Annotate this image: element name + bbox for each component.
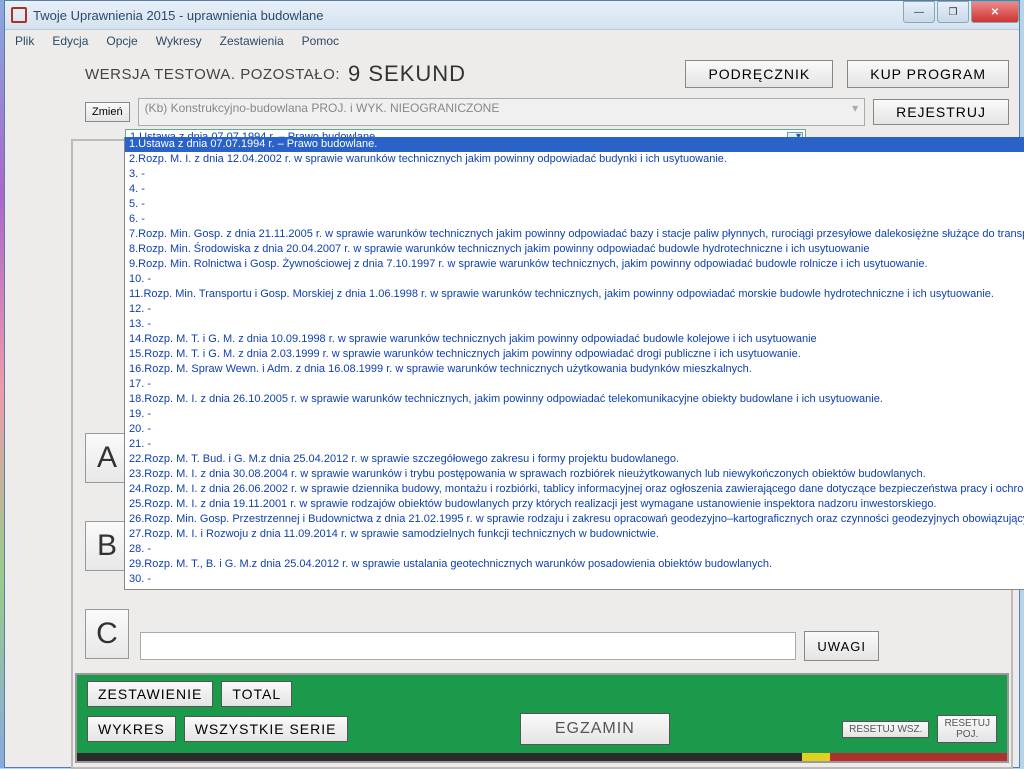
app-window: Twoje Uprawnienia 2015 - uprawnienia bud… xyxy=(4,0,1020,768)
answer-c-button[interactable]: C xyxy=(85,609,129,659)
menu-plik[interactable]: Plik xyxy=(15,34,34,48)
law-option[interactable]: 18.Rozp. M. I. z dnia 26.10.2005 r. w sp… xyxy=(125,392,1024,407)
law-option[interactable]: 27.Rozp. M. I. i Rozwoju z dnia 11.09.20… xyxy=(125,527,1024,542)
notes-button[interactable]: UWAGI xyxy=(804,631,879,661)
menu-pomoc[interactable]: Pomoc xyxy=(302,34,339,48)
exam-button[interactable]: EGZAMIN xyxy=(520,713,670,745)
answer-a-button[interactable]: A xyxy=(85,433,129,483)
law-option[interactable]: 23.Rozp. M. I. z dnia 30.08.2004 r. w sp… xyxy=(125,467,1024,482)
law-option[interactable]: 9.Rozp. Min. Rolnictwa i Gosp. Żywnościo… xyxy=(125,257,1024,272)
law-option[interactable]: 16.Rozp. M. Spraw Wewn. i Adm. z dnia 16… xyxy=(125,362,1024,377)
bottom-panel: ZESTAWIENIE TOTAL WYKRES WSZYSTKIE SERIE… xyxy=(75,673,1009,763)
manual-button[interactable]: PODRĘCZNIK xyxy=(685,60,833,88)
law-option[interactable]: 17. - xyxy=(125,377,1024,392)
law-option[interactable]: 7.Rozp. Min. Gosp. z dnia 21.11.2005 r. … xyxy=(125,227,1024,242)
law-option[interactable]: 30. - xyxy=(125,572,1024,587)
law-option[interactable]: 29.Rozp. M. T., B. i G. M.z dnia 25.04.2… xyxy=(125,557,1024,572)
menu-zestawienia[interactable]: Zestawienia xyxy=(220,34,284,48)
law-option[interactable]: 20. - xyxy=(125,422,1024,437)
law-option[interactable]: 1.Ustawa z dnia 07.07.1994 r. – Prawo bu… xyxy=(125,137,1024,152)
law-option[interactable]: 4. - xyxy=(125,182,1024,197)
law-option[interactable]: 14.Rozp. M. T. i G. M. z dnia 10.09.1998… xyxy=(125,332,1024,347)
law-option[interactable]: 2.Rozp. M. I. z dnia 12.04.2002 r. w spr… xyxy=(125,152,1024,167)
close-button[interactable]: ✕ xyxy=(971,1,1019,23)
all-series-button[interactable]: WSZYSTKIE SERIE xyxy=(184,716,348,742)
law-option[interactable]: 3. - xyxy=(125,167,1024,182)
summary-button[interactable]: ZESTAWIENIE xyxy=(87,681,213,707)
menu-wykresy[interactable]: Wykresy xyxy=(156,34,202,48)
total-button[interactable]: TOTAL xyxy=(221,681,292,707)
chart-button[interactable]: WYKRES xyxy=(87,716,176,742)
menu-edycja[interactable]: Edycja xyxy=(52,34,88,48)
app-icon xyxy=(11,7,27,23)
answer-b-button[interactable]: B xyxy=(85,521,129,571)
law-option[interactable]: 26.Rozp. Min. Gosp. Przestrzennej i Budo… xyxy=(125,512,1024,527)
law-option[interactable]: 6. - xyxy=(125,212,1024,227)
maximize-button[interactable]: ❐ xyxy=(937,1,969,23)
trial-time: 9 SEKUND xyxy=(348,61,466,87)
law-option[interactable]: 28. - xyxy=(125,542,1024,557)
law-option[interactable]: 15.Rozp. M. T. i G. M. z dnia 2.03.1999 … xyxy=(125,347,1024,362)
buy-button[interactable]: KUP PROGRAM xyxy=(847,60,1009,88)
window-title: Twoje Uprawnienia 2015 - uprawnienia bud… xyxy=(33,8,324,23)
law-option[interactable]: 19. - xyxy=(125,407,1024,422)
minimize-button[interactable]: — xyxy=(903,1,935,23)
law-option[interactable]: 11.Rozp. Min. Transportu i Gosp. Morskie… xyxy=(125,287,1024,302)
titlebar[interactable]: Twoje Uprawnienia 2015 - uprawnienia bud… xyxy=(5,1,1019,30)
law-option[interactable]: 5. - xyxy=(125,197,1024,212)
law-option[interactable]: 10. - xyxy=(125,272,1024,287)
law-option[interactable]: 13. - xyxy=(125,317,1024,332)
progress-bar xyxy=(77,753,1007,761)
law-option[interactable]: 24.Rozp. M. I. z dnia 26.06.2002 r. w sp… xyxy=(125,482,1024,497)
law-option[interactable]: 8.Rozp. Min. Środowiska z dnia 20.04.200… xyxy=(125,242,1024,257)
law-option[interactable]: 12. - xyxy=(125,302,1024,317)
law-option[interactable]: 21. - xyxy=(125,437,1024,452)
reset-all-button[interactable]: RESETUJ WSZ. xyxy=(842,721,929,738)
menubar: Plik Edycja Opcje Wykresy Zestawienia Po… xyxy=(5,30,1019,52)
menu-opcje[interactable]: Opcje xyxy=(106,34,137,48)
law-option[interactable]: 22.Rozp. M. T. Bud. i G. M.z dnia 25.04.… xyxy=(125,452,1024,467)
notes-input[interactable] xyxy=(140,632,796,660)
category-select[interactable]: (Kb) Konstrukcyjno-budowlana PROJ. i WYK… xyxy=(138,98,866,126)
trial-label: WERSJA TESTOWA. POZOSTAŁO: xyxy=(85,66,340,83)
reset-one-button[interactable]: RESETUJ POJ. xyxy=(937,715,997,743)
change-button[interactable]: Zmień xyxy=(85,102,130,122)
law-dropdown[interactable]: 1.Ustawa z dnia 07.07.1994 r. – Prawo bu… xyxy=(124,137,1024,590)
law-option[interactable]: 25.Rozp. M. I. z dnia 19.11.2001 r. w sp… xyxy=(125,497,1024,512)
register-button[interactable]: REJESTRUJ xyxy=(873,99,1009,125)
